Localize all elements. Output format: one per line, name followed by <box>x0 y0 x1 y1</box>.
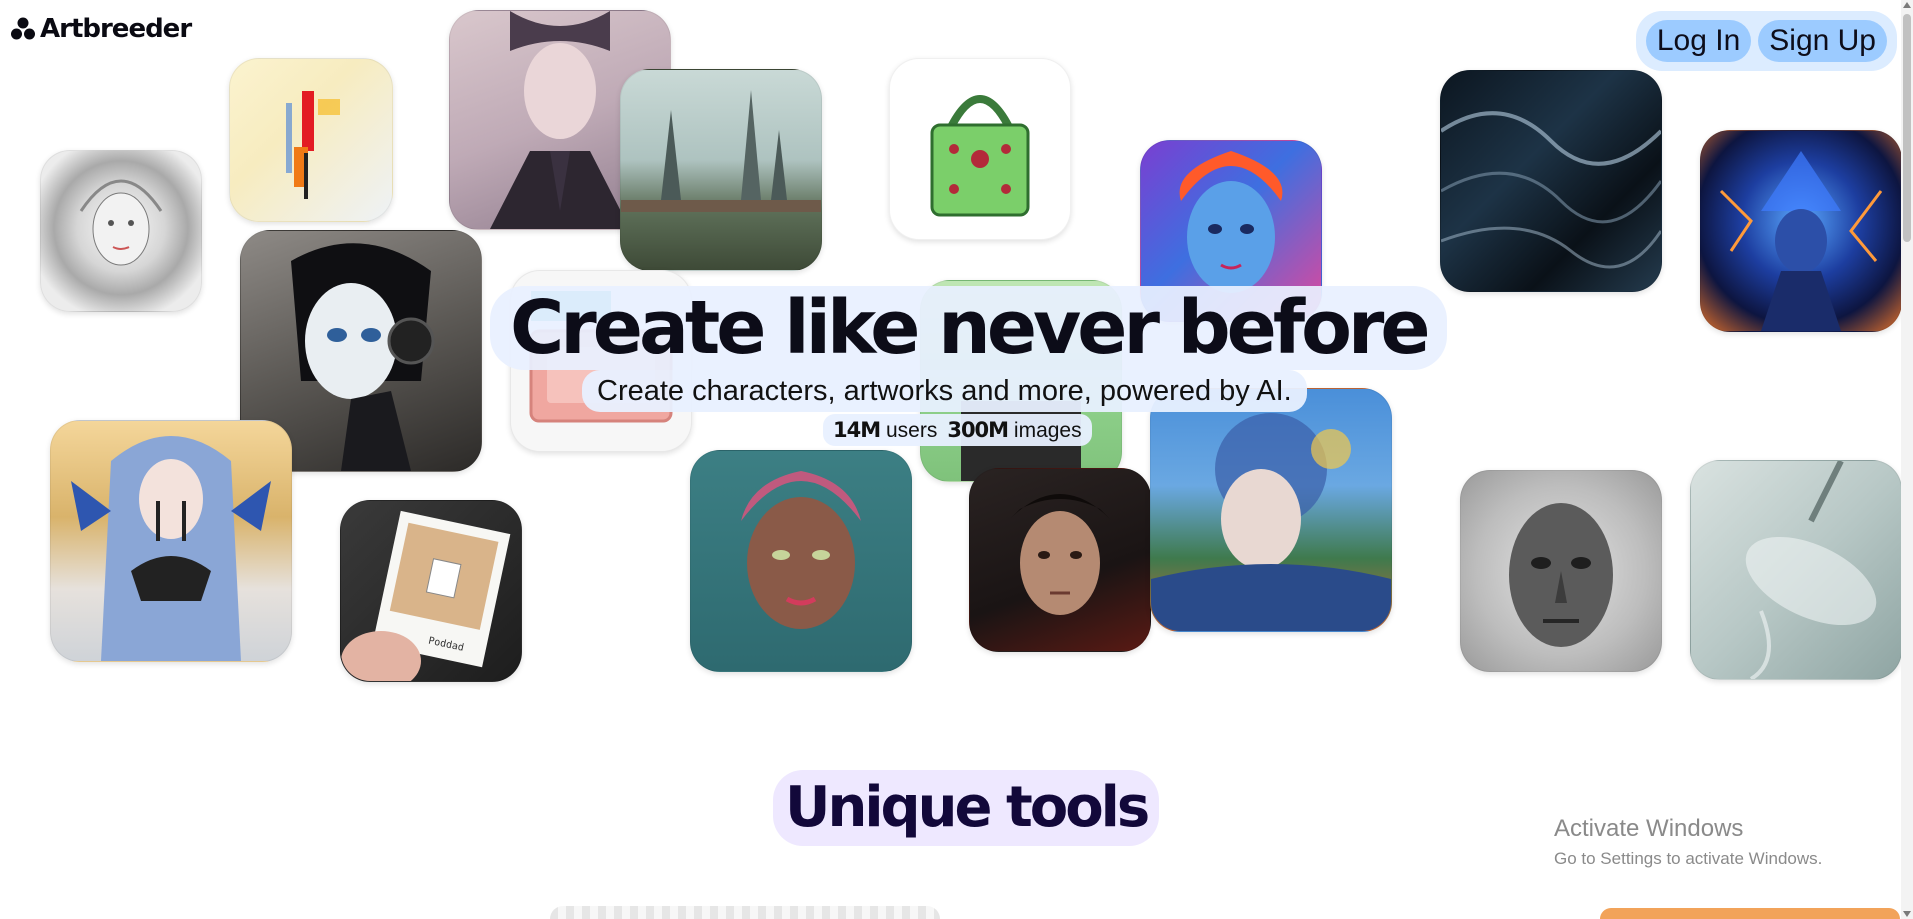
hero-title: Create like never before <box>490 286 1447 370</box>
artbreeder-logo-icon <box>11 17 35 40</box>
signup-button[interactable]: Sign Up <box>1758 20 1887 62</box>
gallery-image-polaroid[interactable]: Poddad <box>340 500 522 682</box>
gallery-image-stone-head[interactable] <box>1460 470 1662 672</box>
stats-bar: 14M users 300M images <box>823 414 1092 446</box>
gallery-image-lightning-woman[interactable] <box>1700 130 1902 332</box>
hero-subtitle: Create characters, artworks and more, po… <box>582 370 1307 412</box>
section-title-unique-tools: Unique tools <box>773 770 1160 846</box>
tool-card-preview-left[interactable] <box>550 906 940 919</box>
brand-name: Artbreeder <box>40 14 192 44</box>
users-label: users <box>885 418 938 442</box>
gallery-image-impressionist-face[interactable] <box>1150 388 1392 632</box>
scroll-down-arrow-icon[interactable] <box>1903 911 1911 917</box>
gallery-image-black-waves[interactable] <box>1440 70 1662 292</box>
gallery-image-glass-jellyfish[interactable] <box>1690 460 1902 680</box>
images-label: images <box>1013 418 1082 442</box>
scrollbar-thumb[interactable] <box>1903 14 1911 242</box>
users-count: 14M <box>833 417 881 442</box>
watermark-title: Activate Windows <box>1554 815 1744 842</box>
windows-activation-watermark: Activate Windows Go to Settings to activ… <box>1554 815 1822 869</box>
gallery-image-dark-haired-man[interactable] <box>969 468 1151 652</box>
artbreeder-logo[interactable]: Artbreeder <box>10 14 192 44</box>
images-count: 300M <box>947 417 1009 442</box>
gallery-image-sketch-girl[interactable] <box>40 150 202 312</box>
gallery-image-bird-woman[interactable] <box>50 420 292 662</box>
watermark-subtitle: Go to Settings to activate Windows. <box>1554 849 1823 868</box>
gallery-image-spire-city[interactable] <box>620 69 822 271</box>
tool-card-preview-right[interactable] <box>1600 908 1900 919</box>
page-scrollbar[interactable] <box>1901 0 1913 919</box>
auth-button-group: Log In Sign Up <box>1635 11 1897 71</box>
login-button[interactable]: Log In <box>1645 20 1752 62</box>
gallery-image-abstract-figure[interactable] <box>229 58 393 222</box>
gallery-image-pink-haired-girl[interactable] <box>690 450 912 672</box>
gallery-image-green-handbag[interactable] <box>889 58 1071 240</box>
scroll-up-arrow-icon[interactable] <box>1903 2 1911 8</box>
